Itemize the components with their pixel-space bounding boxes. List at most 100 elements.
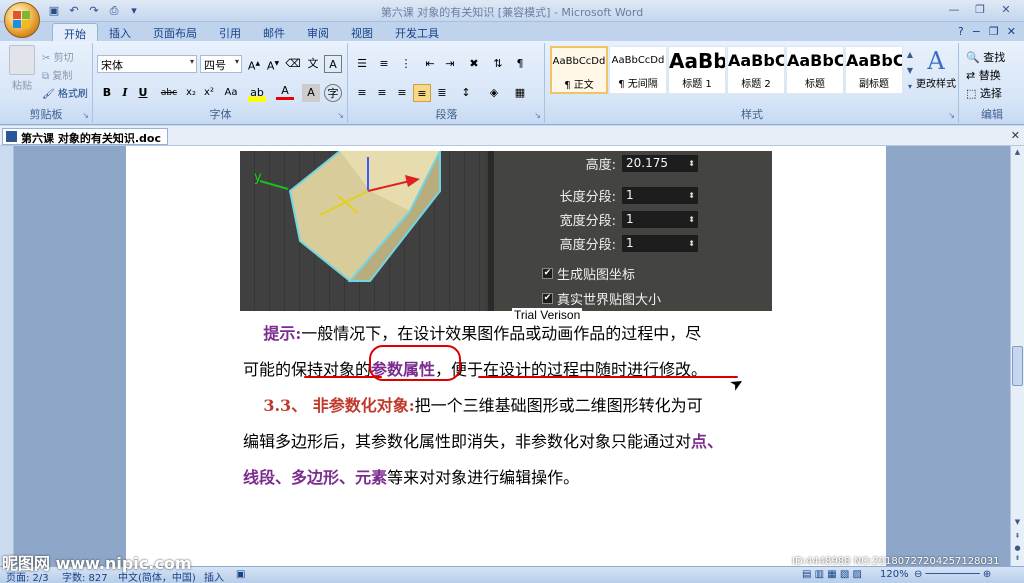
- highlight-icon[interactable]: ab: [248, 84, 266, 102]
- tab-5[interactable]: 审阅: [296, 23, 340, 42]
- cut-button[interactable]: ✂ 剪切: [42, 49, 74, 64]
- subscript-icon[interactable]: x₂: [182, 84, 200, 102]
- font-color-icon[interactable]: A: [276, 84, 294, 100]
- paragraph-launcher-icon[interactable]: ↘: [534, 111, 541, 120]
- vertical-scrollbar[interactable]: ▲ ▼ ⇞ ● ⇟: [1010, 146, 1024, 566]
- help-icon[interactable]: ?: [958, 25, 964, 38]
- site-watermark: 昵图网 www.nipic.com: [2, 554, 192, 573]
- multilevel-list-icon[interactable]: ⋮: [397, 55, 415, 73]
- italic-icon[interactable]: I: [116, 84, 134, 102]
- tab-2[interactable]: 页面布局: [142, 23, 208, 42]
- axis-y-label: y: [254, 170, 262, 185]
- numbering-icon[interactable]: ≡: [375, 55, 393, 73]
- tab-7[interactable]: 开发工具: [384, 23, 450, 42]
- ribbon-restore-icon[interactable]: ❐: [989, 25, 999, 38]
- clipboard-launcher-icon[interactable]: ↘: [82, 111, 89, 120]
- paste-button[interactable]: 粘贴: [8, 45, 36, 92]
- clear-format-icon[interactable]: ⌫: [284, 55, 302, 73]
- spinner-arrows-icon[interactable]: ⬍: [688, 211, 695, 228]
- office-button[interactable]: [4, 2, 40, 38]
- style-item-0[interactable]: AaBbCcDd ¶ 正文: [550, 46, 608, 94]
- char-border-icon[interactable]: A: [324, 55, 342, 73]
- param-checkbox[interactable]: ✔ 真实世界贴图大小: [542, 289, 661, 308]
- copy-button[interactable]: ⧉ 复制: [42, 67, 72, 82]
- bullets-icon[interactable]: ☰: [353, 55, 371, 73]
- scroll-thumb[interactable]: [1012, 346, 1023, 386]
- style-item-4[interactable]: AaBbC 标题: [786, 46, 844, 94]
- scroll-down-icon[interactable]: ▼: [1012, 518, 1023, 529]
- style-item-3[interactable]: AaBbC 标题 2: [727, 46, 785, 94]
- phonetic-guide-icon[interactable]: 文: [304, 55, 322, 73]
- document-tab[interactable]: 第六课 对象的有关知识.doc: [2, 128, 168, 145]
- format-painter-button[interactable]: 🖌 格式刷: [42, 85, 88, 100]
- macro-record-icon[interactable]: ▣: [236, 569, 245, 580]
- document-close-icon[interactable]: ✕: [1011, 129, 1020, 142]
- char-shading-icon[interactable]: A: [302, 84, 320, 102]
- ribbon-close-icon[interactable]: ✕: [1007, 25, 1016, 38]
- grow-font-icon[interactable]: A▲: [245, 55, 263, 73]
- sort-icon[interactable]: ⇅: [489, 55, 507, 73]
- view-buttons[interactable]: ▤ ▥ ▦ ▧ ▨: [802, 569, 862, 580]
- line-spacing-icon[interactable]: ↕: [457, 84, 475, 102]
- tab-6[interactable]: 视图: [340, 23, 384, 42]
- status-zoom[interactable]: 120%: [880, 569, 909, 580]
- section-line-2: 编辑多边形后，其参数化属性即消失，非参数化对象只能通过对点、: [243, 424, 779, 460]
- superscript-icon[interactable]: x²: [200, 84, 218, 102]
- param-checkbox[interactable]: ✔ 生成贴图坐标: [542, 264, 635, 283]
- shading-icon[interactable]: ◈: [485, 84, 503, 102]
- param-spinner[interactable]: 1 ⬍: [622, 186, 698, 204]
- param-spinner[interactable]: 1 ⬍: [622, 234, 698, 252]
- font-size-select[interactable]: 四号 ▾: [200, 55, 242, 73]
- decrease-indent-icon[interactable]: ⇤: [421, 55, 439, 73]
- style-item-2[interactable]: AaBb 标题 1: [668, 46, 726, 94]
- tab-3[interactable]: 引用: [208, 23, 252, 42]
- font-name-select[interactable]: 宋体 ▾: [97, 55, 197, 73]
- shrink-font-icon[interactable]: A▼: [264, 55, 282, 73]
- term-element: 元素: [355, 468, 388, 487]
- spinner-arrows-icon[interactable]: ⬍: [688, 187, 695, 204]
- show-marks-icon[interactable]: ¶: [511, 55, 529, 73]
- restore-icon[interactable]: ❐: [968, 2, 992, 18]
- spinner-arrows-icon[interactable]: ⬍: [688, 235, 695, 252]
- close-icon[interactable]: ✕: [994, 2, 1018, 18]
- font-launcher-icon[interactable]: ↘: [337, 111, 344, 120]
- justify-icon[interactable]: ≡: [413, 84, 431, 102]
- param-spinner[interactable]: 1 ⬍: [622, 210, 698, 228]
- align-left-icon[interactable]: ≡: [353, 84, 371, 102]
- minimize-icon[interactable]: —: [942, 2, 966, 18]
- replace-button[interactable]: ⇄ 替换: [966, 67, 1001, 83]
- document-page[interactable]: y 高度: 20.175 ⬍ 长度分段: 1 ⬍ 宽度分段: 1 ⬍ 高度分段: 1 ⬍ ✔ 生成贴图坐标…: [126, 146, 886, 566]
- align-center-icon[interactable]: ≡: [373, 84, 391, 102]
- tab-4[interactable]: 邮件: [252, 23, 296, 42]
- underline-icon[interactable]: U: [134, 84, 152, 102]
- ribbon-minimize-icon[interactable]: −: [972, 25, 981, 38]
- scroll-up-icon[interactable]: ▲: [1012, 148, 1023, 159]
- change-styles-button[interactable]: A 更改样式: [914, 47, 958, 90]
- param-spinner[interactable]: 20.175 ⬍: [622, 154, 698, 172]
- styles-group-label: 样式: [741, 108, 763, 121]
- style-item-5[interactable]: AaBbC 副标题: [845, 46, 903, 94]
- find-button[interactable]: 🔍 查找: [966, 49, 1005, 65]
- borders-icon[interactable]: ▦: [511, 84, 529, 102]
- distributed-icon[interactable]: ≣: [433, 84, 451, 102]
- select-button[interactable]: ⬚ 选择: [966, 85, 1002, 101]
- align-right-icon[interactable]: ≡: [393, 84, 411, 102]
- prev-page-icon[interactable]: ⇞: [1012, 532, 1023, 543]
- chinese-layout-icon[interactable]: ✖: [465, 55, 483, 73]
- spinner-arrows-icon[interactable]: ⬍: [688, 155, 695, 172]
- enclose-char-icon[interactable]: 字: [324, 84, 342, 102]
- zoom-slider[interactable]: ⊖ ───────── ⊕: [914, 569, 991, 580]
- bold-icon[interactable]: B: [98, 84, 116, 102]
- embedded-3d-screenshot[interactable]: y 高度: 20.175 ⬍ 长度分段: 1 ⬍ 宽度分段: 1 ⬍ 高度分段: 1 ⬍ ✔ 生成贴图坐标…: [240, 151, 772, 311]
- increase-indent-icon[interactable]: ⇥: [441, 55, 459, 73]
- change-case-icon[interactable]: Aa: [220, 84, 242, 102]
- status-mode[interactable]: 插入: [204, 569, 224, 583]
- strikethrough-icon[interactable]: abc: [158, 84, 180, 102]
- styles-launcher-icon[interactable]: ↘: [948, 111, 955, 120]
- next-page-icon[interactable]: ⇟: [1012, 554, 1023, 565]
- style-item-1[interactable]: AaBbCcDd ¶ 无间隔: [609, 46, 667, 94]
- section-paragraph: 3.3、 非参数化对象:把一个三维基础图形或二维图形转化为可 编辑多边形后，其参…: [243, 388, 779, 496]
- tab-0[interactable]: 开始: [52, 23, 98, 42]
- tab-1[interactable]: 插入: [98, 23, 142, 42]
- annotation-underline-2: [478, 376, 738, 378]
